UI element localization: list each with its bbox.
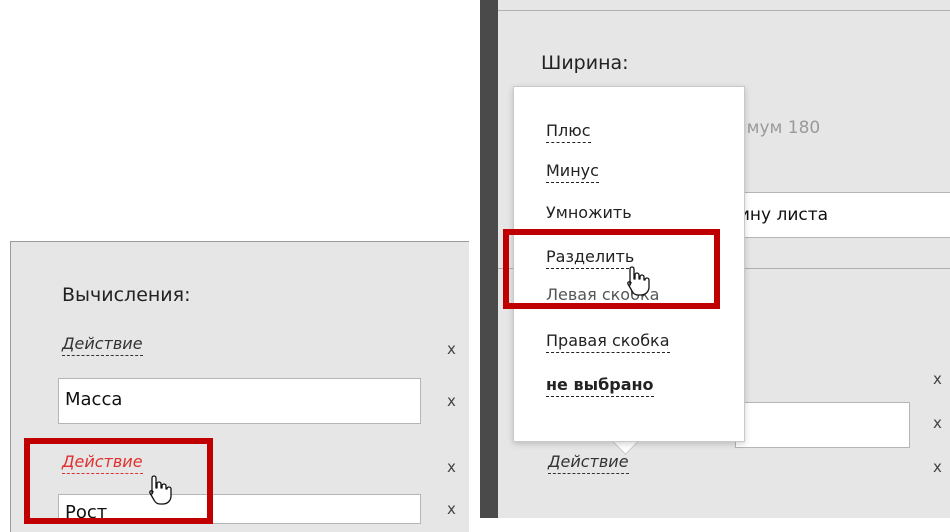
remove-button[interactable]: x: [447, 340, 456, 358]
action-link[interactable]: Действие: [548, 452, 629, 474]
width-input[interactable]: ирину листа: [710, 192, 950, 238]
highlight-box: [24, 438, 213, 524]
menu-item-plus[interactable]: Плюс: [546, 121, 591, 143]
remove-button[interactable]: x: [933, 370, 942, 388]
panel-separator-bar: [480, 0, 498, 518]
menu-item-none[interactable]: не выбрано: [546, 375, 654, 397]
hand-pointer-icon: [623, 265, 651, 297]
divider: [498, 10, 950, 11]
menu-item-right-bracket[interactable]: Правая скобка: [546, 331, 670, 353]
formula-input[interactable]: [735, 402, 910, 448]
menu-item-minus[interactable]: Минус: [546, 161, 599, 183]
remove-button[interactable]: x: [447, 458, 456, 476]
calculations-section-title: Вычисления:: [62, 284, 191, 306]
remove-button[interactable]: x: [933, 414, 942, 432]
remove-button[interactable]: x: [933, 458, 942, 476]
remove-button[interactable]: x: [447, 500, 456, 518]
operand-input[interactable]: Масса: [58, 378, 421, 424]
operand-value: Масса: [65, 389, 123, 410]
width-section-title: Ширина:: [541, 52, 629, 74]
hand-pointer-icon: [145, 474, 173, 506]
remove-button[interactable]: x: [447, 392, 456, 410]
action-link[interactable]: Действие: [62, 334, 143, 356]
highlight-box: [503, 229, 720, 309]
menu-item-multiply[interactable]: Умножить: [546, 203, 632, 224]
